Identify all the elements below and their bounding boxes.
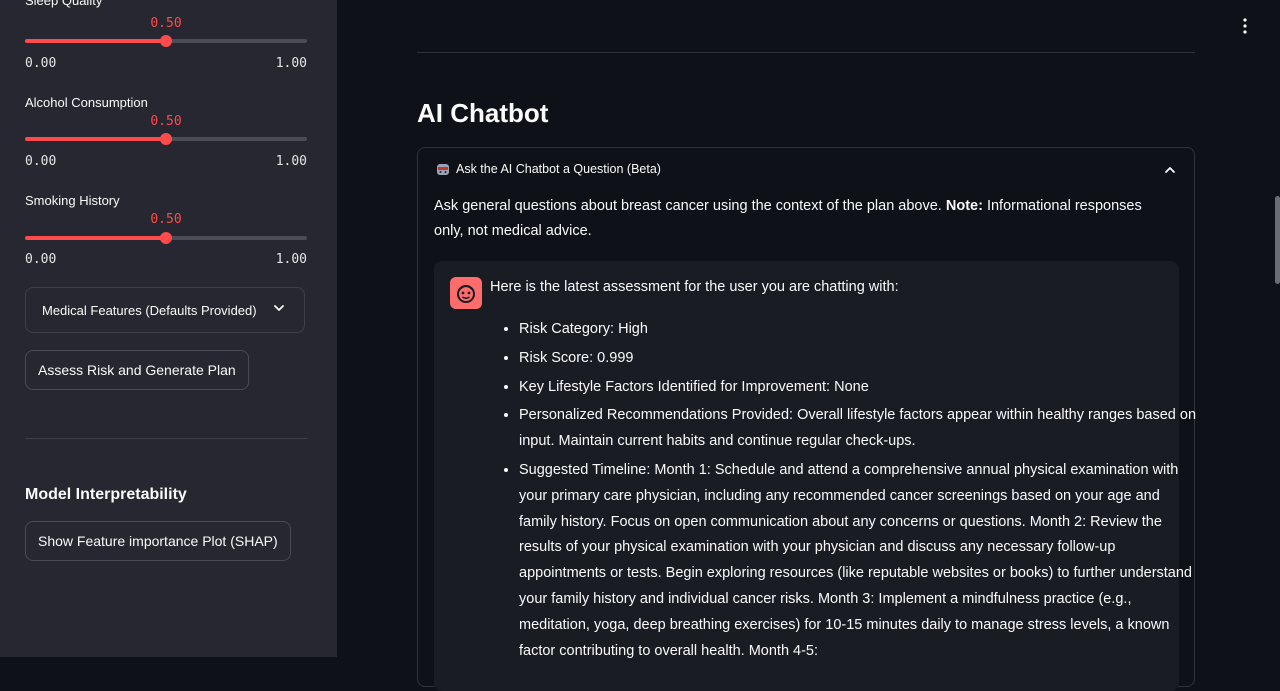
- slider-thumb[interactable]: [160, 35, 172, 47]
- slider-label: Smoking History: [25, 193, 120, 208]
- bot-icon: [437, 164, 449, 175]
- avatar: [450, 277, 482, 309]
- expander-header[interactable]: Ask the AI Chatbot a Question (Beta): [436, 162, 661, 176]
- scrollbar[interactable]: [1275, 196, 1280, 284]
- slider-fill: [25, 137, 166, 141]
- chevron-down-icon: [274, 305, 284, 311]
- slider-track[interactable]: [25, 232, 307, 244]
- assistant-message: Here is the latest assessment for the us…: [434, 261, 1196, 691]
- slider-value: 0.50: [150, 16, 182, 31]
- intro-prefix: Ask general questions about breast cance…: [434, 198, 946, 214]
- medical-features-label: Medical Features (Defaults Provided): [42, 302, 257, 318]
- main-content: AI Chatbot Ask the AI Chatbot a Question…: [337, 0, 1280, 691]
- slider-max: 1.00: [275, 154, 307, 169]
- vertical-dots-icon[interactable]: [1242, 18, 1248, 34]
- list-item: Risk Score: 0.999: [519, 346, 1199, 372]
- slider-min: 0.00: [25, 56, 57, 71]
- assess-risk-button[interactable]: Assess Risk and Generate Plan: [25, 350, 249, 390]
- slider-thumb[interactable]: [160, 232, 172, 244]
- slider-thumb[interactable]: [160, 133, 172, 145]
- model-interpretability-title: Model Interpretability: [25, 486, 187, 503]
- chatbot-expander: Ask the AI Chatbot a Question (Beta) Ask…: [417, 147, 1196, 691]
- show-shap-button[interactable]: Show Feature importance Plot (SHAP): [25, 521, 291, 561]
- list-item: Suggested Timeline: Month 1: Schedule an…: [519, 458, 1199, 664]
- intro-note: Note:: [945, 198, 983, 214]
- sidebar: Sleep Quality 0.50 0.00 1.00 Alcohol Con…: [0, 0, 337, 657]
- slider-value: 0.50: [150, 114, 182, 129]
- slider-fill: [25, 39, 166, 43]
- slider-min: 0.00: [25, 252, 57, 267]
- medical-features-expander[interactable]: Medical Features (Defaults Provided): [25, 287, 305, 333]
- slider-track[interactable]: [25, 133, 307, 145]
- list-item: Personalized Recommendations Provided: O…: [519, 403, 1199, 455]
- chevron-up-icon[interactable]: [1164, 164, 1176, 176]
- slider-track[interactable]: [25, 35, 307, 47]
- slider-value: 0.50: [150, 212, 182, 227]
- slider-label: Sleep Quality: [25, 0, 103, 8]
- chatbot-intro: Ask general questions about breast cance…: [434, 194, 1174, 244]
- bot-face-icon: [457, 285, 475, 303]
- list-item: Key Lifestyle Factors Identified for Imp…: [519, 375, 1199, 401]
- list-item: Risk Category: High: [519, 317, 1199, 343]
- slider-max: 1.00: [275, 252, 307, 267]
- top-divider: [417, 52, 1195, 53]
- sidebar-divider: [25, 438, 307, 439]
- slider-fill: [25, 236, 166, 240]
- slider-label: Alcohol Consumption: [25, 95, 148, 110]
- slider-max: 1.00: [275, 56, 307, 71]
- expander-title: Ask the AI Chatbot a Question (Beta): [456, 162, 661, 176]
- message-intro: Here is the latest assessment for the us…: [490, 279, 899, 295]
- page-title: AI Chatbot: [417, 98, 549, 128]
- assessment-list: Risk Category: High Risk Score: 0.999 Ke…: [490, 317, 1199, 667]
- slider-min: 0.00: [25, 154, 57, 169]
